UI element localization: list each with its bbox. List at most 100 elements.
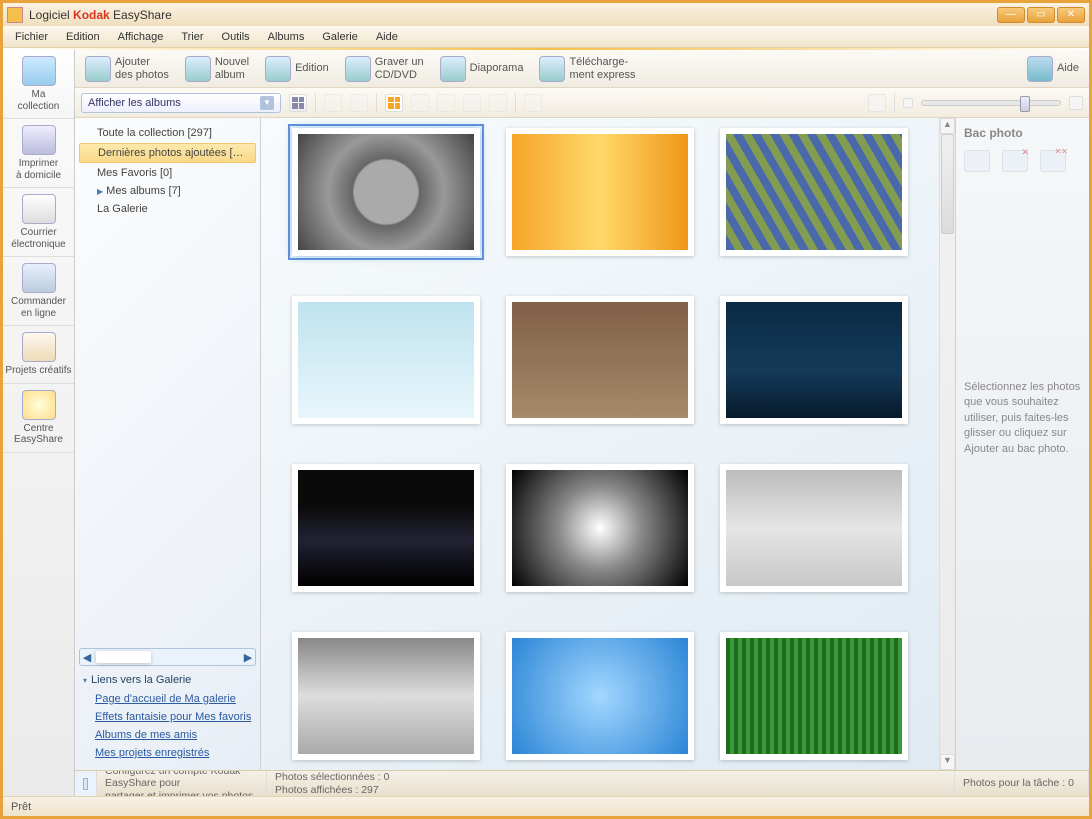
tray-remove-icon[interactable]: [1002, 150, 1028, 172]
tree-item-gallery[interactable]: La Galerie: [75, 200, 260, 218]
creative-icon: [22, 332, 56, 362]
link-fancy-effects[interactable]: Effets fantaisie pour Mes favoris: [83, 708, 252, 726]
scroll-right-icon[interactable]: ▶: [241, 651, 255, 664]
thumbnail[interactable]: [506, 464, 694, 592]
rail-easyshare-center[interactable]: CentreEasyShare: [3, 384, 74, 453]
tree-hscrollbar[interactable]: ◀ ▶: [79, 648, 256, 666]
tray-add-icon[interactable]: [964, 150, 990, 172]
zoom-slider[interactable]: [921, 100, 1061, 106]
tree-item-favorites[interactable]: Mes Favoris [0]: [75, 164, 260, 182]
chevron-right-icon: ▶: [97, 187, 103, 196]
sub-toolbar: Afficher les albums ▼: [75, 88, 1089, 118]
thumbnails-area: ▲ ▼: [261, 118, 955, 770]
new-album-icon: [185, 56, 211, 82]
edit-icon: [265, 56, 291, 82]
thumbnail[interactable]: [506, 632, 694, 760]
menu-edition[interactable]: Edition: [58, 29, 108, 45]
link-gallery-home[interactable]: Page d'accueil de Ma galerie: [83, 690, 252, 708]
tb-burn-cd-dvd[interactable]: Graver unCD/DVD: [341, 54, 428, 84]
view-details-icon[interactable]: [289, 94, 307, 112]
zoom-large-icon[interactable]: [1069, 96, 1083, 110]
undo-icon[interactable]: [463, 94, 481, 112]
minimize-button[interactable]: —: [997, 7, 1025, 23]
scroll-thumb[interactable]: [96, 651, 151, 663]
rail-creative-projects[interactable]: Projets créatifs: [3, 326, 74, 384]
delete-icon[interactable]: [524, 94, 542, 112]
slideshow-icon: [440, 56, 466, 82]
gallery-links-header[interactable]: Liens vers la Galerie: [83, 674, 252, 686]
combo-label: Afficher les albums: [88, 97, 181, 109]
titlebar: Logiciel Kodak EasyShare — ▭ ✕: [3, 0, 1089, 26]
tb-express-upload[interactable]: Télécharge-ment express: [535, 54, 639, 84]
thumbnail[interactable]: [292, 464, 480, 592]
thumbnail[interactable]: [720, 296, 908, 424]
album-filter-combo[interactable]: Afficher les albums ▼: [81, 93, 281, 113]
thumbnail[interactable]: [720, 128, 908, 256]
rail-print-home[interactable]: Imprimerà domicile: [3, 119, 74, 188]
add-photos-icon: [85, 56, 111, 82]
close-button[interactable]: ✕: [1057, 7, 1085, 23]
tray-title: Bac photo: [964, 126, 1081, 140]
thumbnail-grid: [279, 128, 921, 760]
maximize-button[interactable]: ▭: [1027, 7, 1055, 23]
scroll-down-icon[interactable]: ▼: [940, 754, 955, 770]
thumbnail[interactable]: [506, 296, 694, 424]
rotate-right-icon[interactable]: [350, 94, 368, 112]
menu-file[interactable]: Fichier: [7, 29, 56, 45]
tb-new-album[interactable]: Nouvelalbum: [181, 54, 253, 84]
upload-icon: [539, 56, 565, 82]
app-icon: [7, 7, 23, 23]
left-rail: Macollection Imprimerà domicile Courrier…: [3, 50, 75, 796]
link-saved-projects[interactable]: Mes projets enregistrés: [83, 744, 252, 762]
menu-gallery[interactable]: Galerie: [314, 29, 365, 45]
link-friends-albums[interactable]: Albums de mes amis: [83, 726, 252, 744]
add-to-tray-icon[interactable]: [868, 94, 886, 112]
disc-icon: [345, 56, 371, 82]
rail-my-collection[interactable]: Macollection: [3, 50, 74, 119]
tb-edition[interactable]: Edition: [261, 54, 333, 84]
rail-order-online[interactable]: Commanderen ligne: [3, 257, 74, 326]
zoom-small-icon[interactable]: [903, 98, 913, 108]
rotate-left-icon[interactable]: [324, 94, 342, 112]
thumbnails-vscrollbar[interactable]: ▲ ▼: [939, 118, 955, 770]
tree-item-my-albums[interactable]: ▶Mes albums [7]: [75, 182, 260, 200]
gallery-links: Liens vers la Galerie Page d'accueil de …: [75, 668, 260, 770]
redo-icon[interactable]: [489, 94, 507, 112]
menu-view[interactable]: Affichage: [110, 29, 172, 45]
tb-add-photos[interactable]: Ajouterdes photos: [81, 54, 173, 84]
tree-item-recent[interactable]: Dernières photos ajoutées [297]: [79, 143, 256, 163]
view-grid-icon[interactable]: [385, 94, 403, 112]
thumbnail[interactable]: [292, 128, 480, 256]
window-title: Logiciel Kodak EasyShare: [29, 8, 997, 22]
scroll-left-icon[interactable]: ◀: [80, 651, 94, 664]
tb-help[interactable]: Aide: [1023, 54, 1083, 84]
status-account-icon[interactable]: [75, 771, 97, 796]
heart-icon[interactable]: [411, 94, 429, 112]
bulb-icon: [22, 390, 56, 420]
thumbnail[interactable]: [292, 296, 480, 424]
status-task: Photos pour la tâche : 0: [963, 777, 1074, 789]
chevron-down-icon: ▼: [260, 96, 274, 110]
thumbnail[interactable]: [506, 128, 694, 256]
tree-panel: Toute la collection [297] Dernières phot…: [75, 118, 261, 770]
thumbnail[interactable]: [720, 632, 908, 760]
footer-status: Prêt: [3, 796, 1089, 816]
tb-slideshow[interactable]: Diaporama: [436, 54, 528, 84]
thumbnail[interactable]: [720, 464, 908, 592]
menu-sort[interactable]: Trier: [173, 29, 211, 45]
rail-email[interactable]: Courrierélectronique: [3, 188, 74, 257]
help-icon: [1027, 56, 1053, 82]
tray-message: Sélectionnez les photos que vous souhait…: [964, 380, 1081, 762]
thumbnail[interactable]: [292, 632, 480, 760]
tree-item-all[interactable]: Toute la collection [297]: [75, 124, 260, 142]
zoom-knob[interactable]: [1020, 96, 1030, 112]
menu-tools[interactable]: Outils: [214, 29, 258, 45]
menu-help[interactable]: Aide: [368, 29, 406, 45]
menu-albums[interactable]: Albums: [260, 29, 313, 45]
image-icon[interactable]: [437, 94, 455, 112]
tray-clear-icon[interactable]: [1040, 150, 1066, 172]
main-toolbar: Ajouterdes photos Nouvelalbum Edition Gr…: [75, 50, 1089, 88]
scroll-thumb-v[interactable]: [941, 134, 954, 234]
status-config-text1: Configurez un compte Kodak EasyShare pou…: [105, 771, 258, 790]
scroll-up-icon[interactable]: ▲: [940, 118, 955, 134]
